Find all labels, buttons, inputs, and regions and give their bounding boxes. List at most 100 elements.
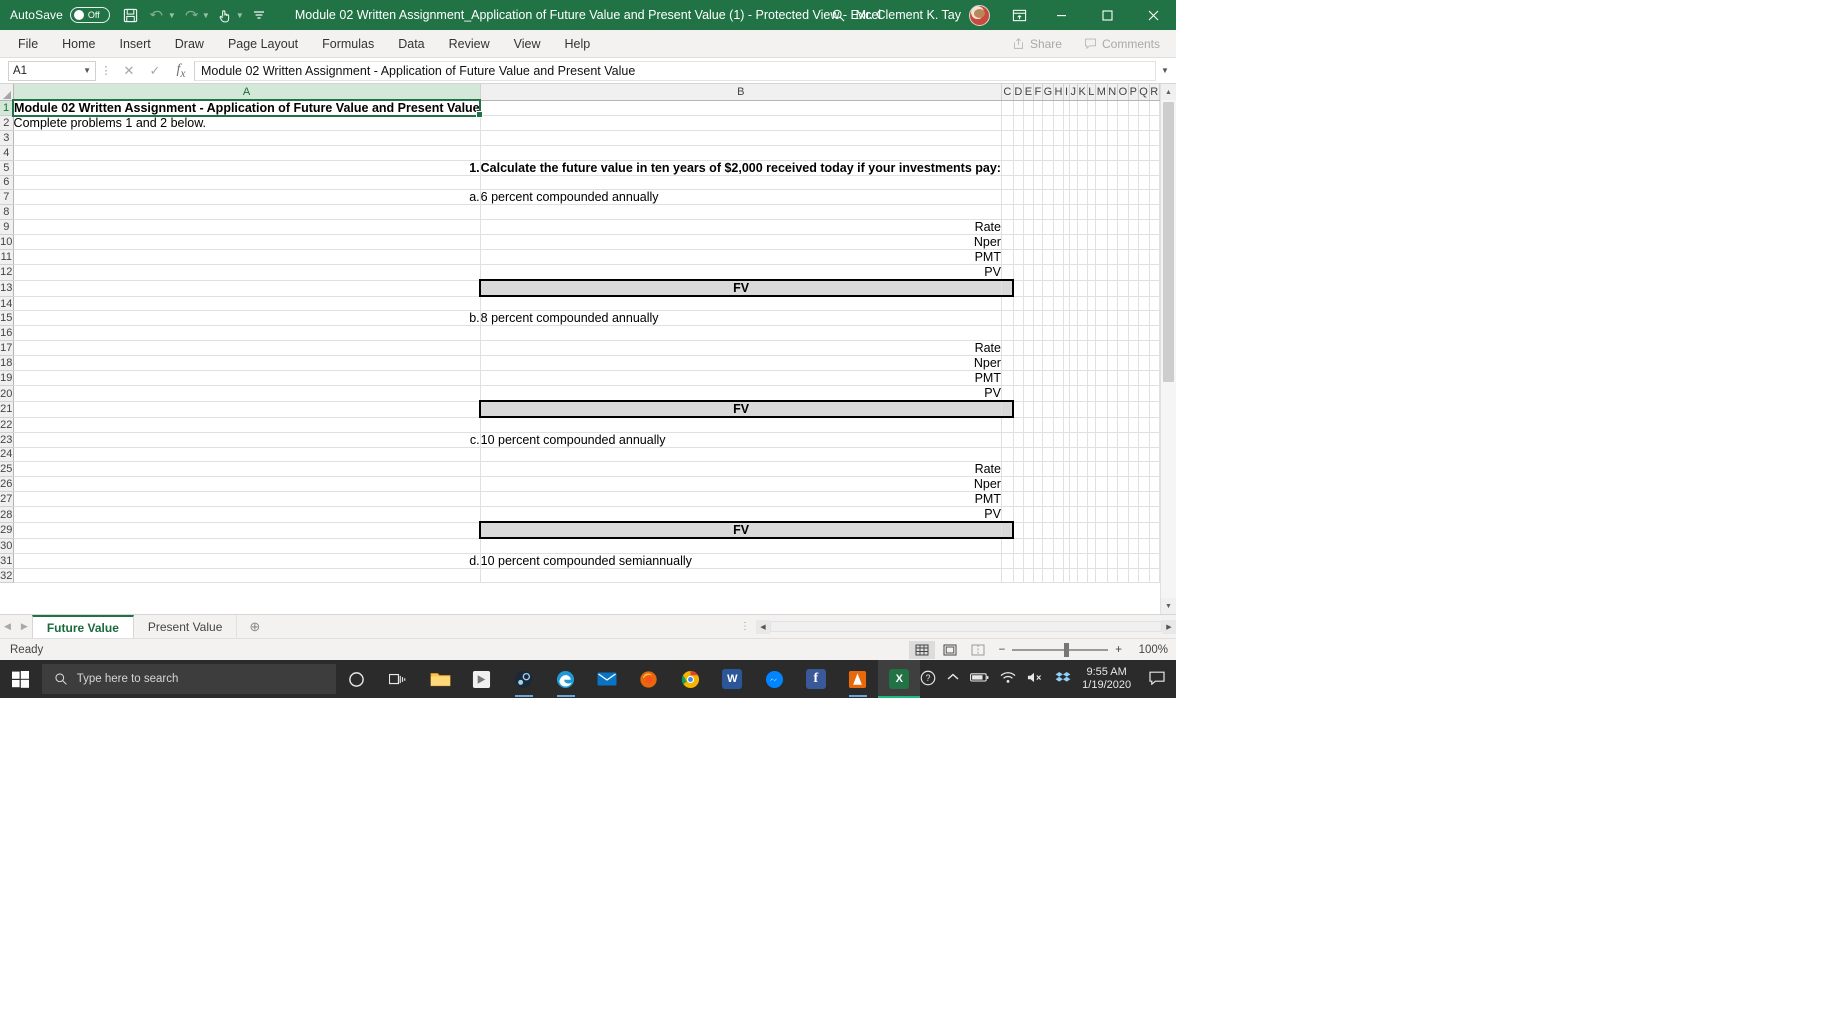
cell-Q9[interactable] xyxy=(1138,220,1149,235)
row-header-17[interactable]: 17 xyxy=(0,341,13,356)
cell-J24[interactable] xyxy=(1069,447,1077,462)
cell-N12[interactable] xyxy=(1107,265,1117,281)
row-header-3[interactable]: 3 xyxy=(0,131,13,146)
cell-Q10[interactable] xyxy=(1138,235,1149,250)
sheet-tab-present-value[interactable]: Present Value xyxy=(134,615,238,638)
cell-P15[interactable] xyxy=(1128,311,1138,326)
cell-M32[interactable] xyxy=(1096,568,1108,583)
cell-F27[interactable] xyxy=(1033,492,1042,507)
cell-E12[interactable] xyxy=(1024,265,1034,281)
cell-P20[interactable] xyxy=(1128,386,1138,402)
cell-C1[interactable] xyxy=(1001,100,1013,116)
cell-E21[interactable] xyxy=(1024,401,1034,417)
cell-D24[interactable] xyxy=(1013,447,1023,462)
cell-D15[interactable] xyxy=(1013,311,1023,326)
vlc-media-player-icon[interactable] xyxy=(837,660,879,698)
cell-R17[interactable] xyxy=(1149,341,1159,356)
cell-K12[interactable] xyxy=(1077,265,1087,281)
cell-Q5[interactable] xyxy=(1138,160,1149,175)
cell-L15[interactable] xyxy=(1087,311,1096,326)
row-header-6[interactable]: 6 xyxy=(0,175,13,190)
cell-H14[interactable] xyxy=(1053,296,1063,311)
cell-B1[interactable] xyxy=(480,100,1001,116)
cell-P16[interactable] xyxy=(1128,326,1138,341)
steam-icon[interactable] xyxy=(503,660,545,698)
cell-G29[interactable] xyxy=(1042,522,1053,538)
cell-E20[interactable] xyxy=(1024,386,1034,402)
cell-J26[interactable] xyxy=(1069,477,1077,492)
cell-J13[interactable] xyxy=(1069,280,1077,296)
worksheet-grid[interactable]: ABCDEFGHIJKLMNOPQR 1Module 02 Written As… xyxy=(0,84,1160,614)
cell-O3[interactable] xyxy=(1117,131,1128,146)
cell-Q1[interactable] xyxy=(1138,100,1149,116)
cell-J25[interactable] xyxy=(1069,462,1077,477)
cell-A19[interactable] xyxy=(13,371,480,386)
cell-G1[interactable] xyxy=(1042,100,1053,116)
cell-R28[interactable] xyxy=(1149,507,1159,523)
cell-F3[interactable] xyxy=(1033,131,1042,146)
cell-M24[interactable] xyxy=(1096,447,1108,462)
cell-O24[interactable] xyxy=(1117,447,1128,462)
row-header-1[interactable]: 1 xyxy=(0,100,13,116)
cell-E1[interactable] xyxy=(1024,100,1034,116)
cell-C5[interactable] xyxy=(1001,160,1013,175)
cell-G10[interactable] xyxy=(1042,235,1053,250)
cell-E25[interactable] xyxy=(1024,462,1034,477)
cell-P13[interactable] xyxy=(1128,280,1138,296)
cell-N27[interactable] xyxy=(1107,492,1117,507)
cell-D16[interactable] xyxy=(1013,326,1023,341)
cell-P7[interactable] xyxy=(1128,190,1138,205)
cell-M20[interactable] xyxy=(1096,386,1108,402)
cell-L16[interactable] xyxy=(1087,326,1096,341)
cell-A9[interactable] xyxy=(13,220,480,235)
zoom-slider[interactable] xyxy=(1012,649,1108,651)
tab-page-layout[interactable]: Page Layout xyxy=(216,30,310,58)
cell-J6[interactable] xyxy=(1069,175,1077,190)
cell-G12[interactable] xyxy=(1042,265,1053,281)
cell-D29[interactable] xyxy=(1013,522,1023,538)
microsoft-word-icon[interactable]: W xyxy=(712,660,754,698)
cell-L11[interactable] xyxy=(1087,250,1096,265)
cell-A1[interactable]: Module 02 Written Assignment - Applicati… xyxy=(13,100,480,116)
cell-R25[interactable] xyxy=(1149,462,1159,477)
cell-F31[interactable] xyxy=(1033,553,1042,568)
cell-L1[interactable] xyxy=(1087,100,1096,116)
cell-Q17[interactable] xyxy=(1138,341,1149,356)
vertical-scrollbar[interactable]: ▲ ▼ xyxy=(1160,84,1176,614)
cell-E11[interactable] xyxy=(1024,250,1034,265)
cell-J7[interactable] xyxy=(1069,190,1077,205)
cell-B30[interactable] xyxy=(480,538,1001,553)
cell-H32[interactable] xyxy=(1053,568,1063,583)
row-header-29[interactable]: 29 xyxy=(0,522,13,538)
cell-F1[interactable] xyxy=(1033,100,1042,116)
cell-B6[interactable] xyxy=(480,175,1001,190)
cell-M6[interactable] xyxy=(1096,175,1108,190)
tab-home[interactable]: Home xyxy=(50,30,107,58)
cell-F7[interactable] xyxy=(1033,190,1042,205)
customize-quick-access-icon[interactable] xyxy=(246,3,272,27)
cell-N14[interactable] xyxy=(1107,296,1117,311)
column-header-p[interactable]: P xyxy=(1128,84,1138,100)
row-header-32[interactable]: 32 xyxy=(0,568,13,583)
cell-K25[interactable] xyxy=(1077,462,1087,477)
cell-M9[interactable] xyxy=(1096,220,1108,235)
cell-Q2[interactable] xyxy=(1138,116,1149,131)
cell-C15[interactable] xyxy=(1001,311,1013,326)
cell-B27[interactable]: PMT xyxy=(480,492,1001,507)
cell-P31[interactable] xyxy=(1128,553,1138,568)
cell-R3[interactable] xyxy=(1149,131,1159,146)
cell-C25[interactable] xyxy=(1001,462,1013,477)
cell-B21[interactable]: FV xyxy=(480,401,1001,417)
next-sheet-icon[interactable]: ▶ xyxy=(21,621,28,632)
cell-P4[interactable] xyxy=(1128,145,1138,160)
cell-R2[interactable] xyxy=(1149,116,1159,131)
cell-H18[interactable] xyxy=(1053,356,1063,371)
cell-E9[interactable] xyxy=(1024,220,1034,235)
cell-K11[interactable] xyxy=(1077,250,1087,265)
column-header-g[interactable]: G xyxy=(1042,84,1053,100)
cell-B28[interactable]: PV xyxy=(480,507,1001,523)
cell-C24[interactable] xyxy=(1001,447,1013,462)
cell-Q24[interactable] xyxy=(1138,447,1149,462)
cell-K22[interactable] xyxy=(1077,417,1087,432)
row-header-4[interactable]: 4 xyxy=(0,145,13,160)
